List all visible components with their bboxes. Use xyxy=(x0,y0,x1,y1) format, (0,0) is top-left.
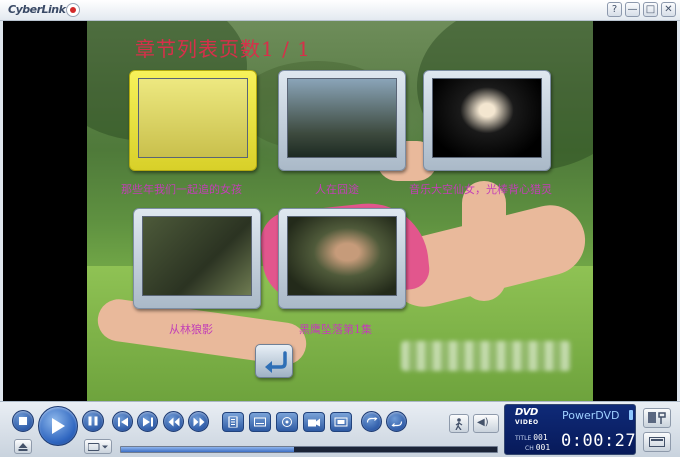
play-icon xyxy=(52,418,65,434)
walk-icon xyxy=(455,417,463,430)
video-area[interactable]: 章节列表页数1 / 1 那些年我们一起追的女孩 人在囧途 音乐大空仙女，光棒背心… xyxy=(3,21,677,401)
powerdvd-logo-icon xyxy=(66,3,80,17)
chapter-thumbnail-1[interactable] xyxy=(129,70,257,171)
chapter-caption-3[interactable]: 音乐大空仙女，光棒背心猎灵 xyxy=(409,181,552,197)
powerdvd-window: CyberLink ? — □ ✕ 章节列表页数1 / 1 那些年我们一起追的女… xyxy=(0,0,680,457)
back-button[interactable] xyxy=(255,344,293,378)
maximize-button[interactable]: □ xyxy=(643,2,658,17)
chapter-thumbnail-5[interactable] xyxy=(278,208,406,309)
settings-button[interactable] xyxy=(643,408,671,428)
eject-icon xyxy=(18,442,28,451)
stop-icon xyxy=(19,417,27,425)
chapter-caption-2[interactable]: 人在囧途 xyxy=(315,181,359,197)
zoom-button[interactable] xyxy=(330,412,352,432)
disc-icon xyxy=(88,442,108,451)
seek-progress xyxy=(121,447,294,452)
close-button[interactable]: ✕ xyxy=(661,2,676,17)
rewind-button[interactable] xyxy=(163,411,184,432)
chapter-thumbnail-4[interactable] xyxy=(133,208,261,309)
repeat-button[interactable] xyxy=(361,411,382,432)
eject-button[interactable] xyxy=(14,439,32,454)
angle-button[interactable] xyxy=(303,412,325,432)
status-display: DVD VIDEO PowerDVD TITLE 001 CH 001 0:00:2… xyxy=(504,404,636,455)
cyberlink-logo: CyberLink xyxy=(8,3,66,16)
return-arrow-icon xyxy=(265,351,287,373)
previous-chapter-button[interactable] xyxy=(112,411,133,432)
stop-button[interactable] xyxy=(12,410,34,432)
chapter-list-title: 章节列表页数1 / 1 xyxy=(135,37,311,61)
mini-player-button[interactable] xyxy=(643,432,671,452)
audio-icon xyxy=(282,417,292,427)
fast-forward-button[interactable] xyxy=(188,411,209,432)
volume-icon: ◀) xyxy=(477,417,489,428)
volume-button[interactable]: ◀) xyxy=(473,414,499,433)
next-chapter-button[interactable] xyxy=(137,411,158,432)
pause-icon xyxy=(88,416,98,426)
minimize-player-icon xyxy=(649,437,665,447)
audio-button[interactable] xyxy=(276,412,298,432)
chapter-caption-4[interactable]: 从林狼影 xyxy=(169,321,213,337)
elapsed-time: 0:00:27 xyxy=(561,431,637,451)
help-button[interactable]: ? xyxy=(607,2,622,17)
menu-icon xyxy=(228,416,238,428)
powerdvd-label: PowerDVD xyxy=(562,409,620,422)
dvd-video-logo: DVD VIDEO xyxy=(515,407,539,427)
settings-icon xyxy=(648,412,666,424)
disc-source-button[interactable] xyxy=(84,439,112,454)
repeat-icon xyxy=(366,417,377,423)
chapter-readout: CH 001 xyxy=(525,443,551,452)
blurred-watermark xyxy=(401,341,571,371)
play-button[interactable] xyxy=(38,406,78,446)
chapter-thumbnail-3[interactable] xyxy=(423,70,551,171)
angle-icon xyxy=(308,418,320,427)
title-readout: TITLE 001 xyxy=(515,433,548,442)
chapter-caption-5[interactable]: 黑鹰坠落第1集 xyxy=(299,321,372,337)
next-chapter-icon xyxy=(142,417,153,426)
zoom-icon xyxy=(334,417,348,427)
walk-mode-button[interactable] xyxy=(449,414,469,433)
seek-bar[interactable] xyxy=(120,446,498,453)
rewind-icon xyxy=(168,417,179,426)
fast-forward-icon xyxy=(193,417,204,426)
a-b-icon xyxy=(391,420,402,426)
minimize-button[interactable]: — xyxy=(625,2,640,17)
window-controls: ? — □ ✕ xyxy=(607,2,676,17)
title-bar: CyberLink ? — □ ✕ xyxy=(0,0,680,21)
info-icon[interactable] xyxy=(629,410,633,420)
chapter-caption-1[interactable]: 那些年我们一起追的女孩 xyxy=(121,181,242,197)
chapter-thumbnail-2[interactable] xyxy=(278,70,406,171)
menu-button[interactable] xyxy=(222,412,244,432)
subtitles-button[interactable] xyxy=(249,412,271,432)
pause-button[interactable] xyxy=(82,410,104,432)
subtitles-icon xyxy=(254,417,266,427)
prev-chapter-icon xyxy=(117,417,128,426)
a-b-repeat-button[interactable] xyxy=(386,411,407,432)
